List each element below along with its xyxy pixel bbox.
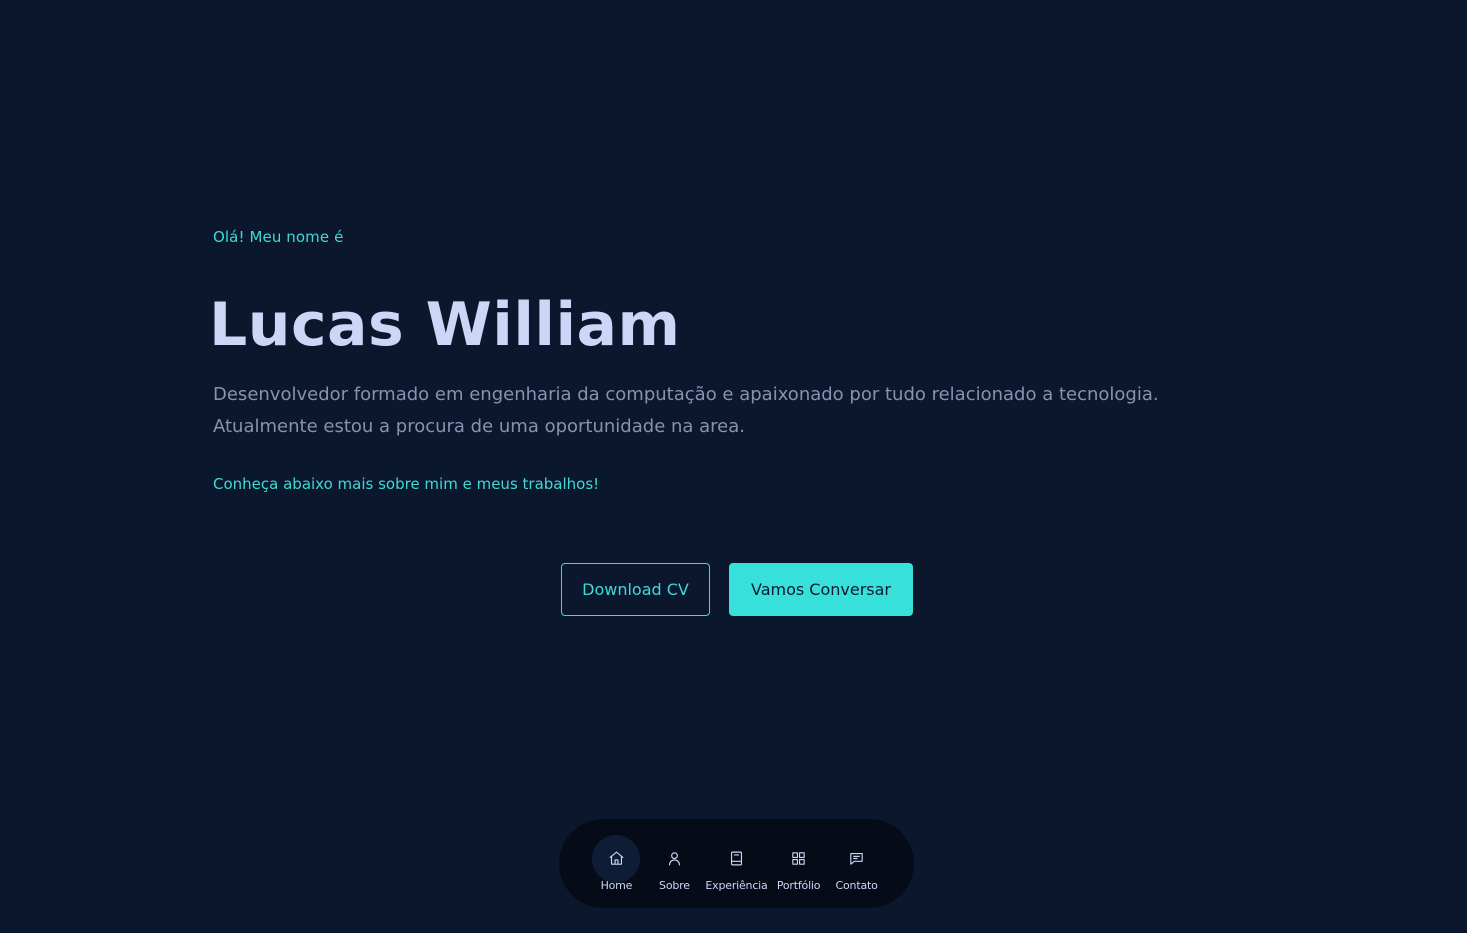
page: Olá! Meu nome é Lucas William Desenvolve…: [0, 0, 1467, 933]
grid-icon: [775, 835, 823, 883]
nav-label-experiencia: Experiência: [705, 878, 768, 892]
download-cv-button[interactable]: Download CV: [561, 563, 710, 616]
nav-label-contato: Contato: [835, 878, 878, 892]
nav-item-portfolio[interactable]: Portfólio: [772, 835, 826, 893]
greeting-text: Olá! Meu nome é: [213, 228, 344, 246]
user-icon: [650, 835, 698, 883]
message-icon: [833, 835, 881, 883]
home-icon: [592, 834, 641, 883]
vamos-conversar-button[interactable]: Vamos Conversar: [729, 563, 913, 616]
nav-item-experiencia[interactable]: Experiência: [705, 835, 768, 893]
nav-label-portfolio: Portfólio: [776, 878, 821, 892]
description-line-1: Desenvolvedor formado em engenharia da c…: [213, 384, 1159, 405]
nav-item-contato[interactable]: Contato: [830, 835, 884, 893]
bottom-navbar: Home Sobre Experiência Portfólio Contato: [559, 819, 914, 908]
nav-label-home: Home: [600, 878, 633, 892]
hero-description: Desenvolvedor formado em engenharia da c…: [213, 379, 1253, 443]
description-line-2: Atualmente estou a procura de uma oportu…: [213, 416, 746, 437]
book-icon: [713, 835, 761, 883]
hero-name: Lucas William: [209, 290, 681, 360]
hero-section: Olá! Meu nome é Lucas William Desenvolve…: [209, 226, 1273, 495]
nav-item-sobre[interactable]: Sobre: [647, 835, 701, 893]
nav-label-sobre: Sobre: [659, 878, 690, 892]
hero-buttons: Download CV Vamos Conversar: [561, 563, 913, 616]
nav-item-home[interactable]: Home: [589, 834, 643, 893]
cta-text: Conheça abaixo mais sobre mim e meus tra…: [213, 475, 600, 493]
